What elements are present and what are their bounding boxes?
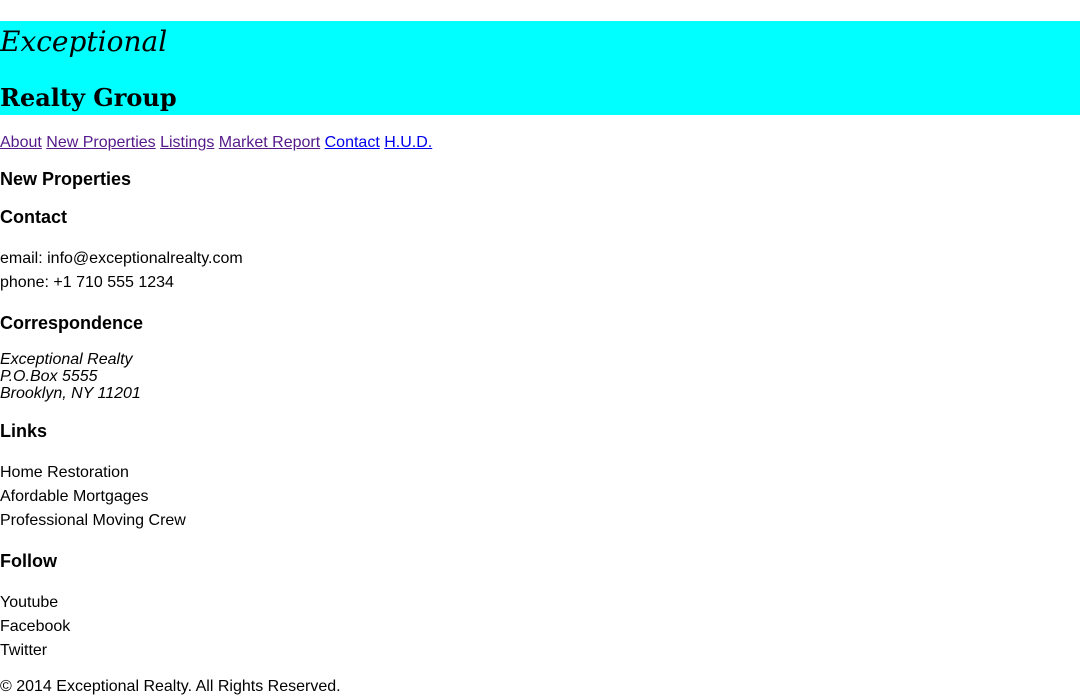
footer-copyright: © 2014 Exceptional Realty. All Rights Re… [0, 678, 341, 695]
address-line-3: Brooklyn, NY 11201 [0, 385, 141, 402]
address-line-2: P.O.Box 5555 [0, 368, 98, 385]
main-nav: About New Properties Listings Market Rep… [0, 133, 432, 152]
brand-name: Exceptional [0, 25, 168, 58]
nav-link-about[interactable]: About [0, 134, 42, 151]
nav-link-listings[interactable]: Listings [160, 134, 214, 151]
nav-link-market-report[interactable]: Market Report [219, 134, 320, 151]
nav-link-new-properties[interactable]: New Properties [46, 134, 155, 151]
nav-link-hud[interactable]: H.U.D. [384, 134, 432, 151]
brand-subtitle: Realty Group [0, 83, 177, 112]
correspondence-heading: Correspondence [0, 313, 144, 333]
link-item-moving-crew: Professional Moving Crew [0, 512, 186, 529]
links-heading: Links [0, 421, 48, 441]
link-item-mortgages: Afordable Mortgages [0, 488, 149, 505]
contact-email: email: info@exceptionalrealty.com [0, 250, 243, 267]
nav-link-contact[interactable]: Contact [325, 134, 380, 151]
site-header: Exceptional Realty Group [0, 21, 1080, 115]
new-properties-heading: New Properties [0, 169, 132, 189]
link-item-home-restoration: Home Restoration [0, 464, 129, 481]
follow-item-twitter: Twitter [0, 642, 48, 659]
address-line-1: Exceptional Realty [0, 351, 133, 368]
contact-phone: phone: +1 710 555 1234 [0, 274, 174, 291]
follow-item-youtube: Youtube [0, 594, 59, 611]
follow-heading: Follow [0, 551, 57, 571]
follow-item-facebook: Facebook [0, 618, 71, 635]
contact-heading: Contact [0, 207, 67, 227]
